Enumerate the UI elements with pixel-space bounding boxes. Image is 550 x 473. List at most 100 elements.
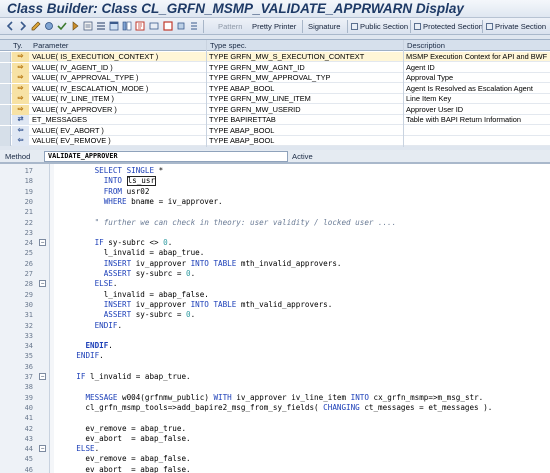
code-line[interactable]: 27 ASSERT sy-subrc = 0.: [0, 269, 550, 279]
code-line[interactable]: 39 MESSAGE w004(grfnmw_public) WITH iv_a…: [0, 393, 550, 403]
collapse-icon[interactable]: −: [39, 373, 46, 380]
parameter-row[interactable]: ⇨ VALUE( IV_AGENT_ID ) TYPE GRFN_MW_AGNT_I…: [0, 62, 550, 73]
code-line[interactable]: 21: [0, 207, 550, 217]
activate-icon[interactable]: [70, 21, 80, 31]
parameter-row[interactable]: ⇦ VALUE( EV_ABORT ) TYPE ABAP_BOOL: [0, 125, 550, 136]
code-line[interactable]: 17 SELECT SINGLE *: [0, 166, 550, 176]
line-number: 39: [24, 393, 33, 402]
code-line[interactable]: 29 l_invalid = abap_false.: [0, 290, 550, 300]
line-number: 18: [24, 177, 33, 186]
menu-icon[interactable]: [189, 21, 199, 31]
code-line[interactable]: 42 ev_remove = abap_true.: [0, 424, 550, 434]
code-line[interactable]: 28− ELSE.: [0, 279, 550, 289]
parameter-name: VALUE( IV_LINE_ITEM ): [32, 94, 115, 103]
collapse-icon[interactable]: −: [39, 239, 46, 247]
code-line[interactable]: 22 " further we can check in theory: use…: [0, 218, 550, 228]
code-line[interactable]: 19 FROM usr02: [0, 187, 550, 197]
line-number: 28: [24, 280, 33, 289]
parameter-row[interactable]: ⇨ VALUE( IV_APPROVAL_TYPE ) TYPE GRFN_MW_A…: [0, 73, 550, 83]
navigation-window-icon[interactable]: [109, 21, 119, 31]
row-selector[interactable]: [0, 52, 11, 62]
code-line[interactable]: 35 ENDIF.: [0, 351, 550, 361]
parameter-row[interactable]: ⇨ VALUE( IV_LINE_ITEM ) TYPE GRFN_MW_LINE_…: [0, 94, 550, 104]
code-line[interactable]: 31 ASSERT sy-subrc = 0.: [0, 310, 550, 320]
protected-section-icon: [414, 23, 421, 30]
code-line[interactable]: 43 ev_abort = abap_false.: [0, 434, 550, 444]
private-section-label: Private Section: [495, 22, 547, 31]
code-line[interactable]: 37− IF l_invalid = abap_true.: [0, 372, 550, 382]
header-type[interactable]: Ty.: [13, 41, 23, 50]
code-line[interactable]: 44− ELSE.: [0, 444, 550, 454]
where-used-icon[interactable]: [83, 21, 93, 31]
collapse-icon[interactable]: −: [39, 445, 46, 453]
code-line[interactable]: 41: [0, 413, 550, 423]
code-line[interactable]: 40 cl_grfn_msmp_tools=>add_bapire2_msg_f…: [0, 403, 550, 413]
toggle-display-change-icon[interactable]: [31, 21, 41, 31]
code-line[interactable]: 26 INSERT iv_approver INTO TABLE mth_inv…: [0, 259, 550, 269]
parameter-typespec: TYPE GRFN_MW_USERID: [209, 104, 301, 114]
parameter-typespec: TYPE ABAP_BOOL: [209, 83, 275, 93]
parameter-row[interactable]: ⇨ VALUE( IV_APPROVER ) TYPE GRFN_MW_USERID…: [0, 104, 550, 115]
collapse-icon[interactable]: −: [39, 280, 46, 288]
parameter-row[interactable]: ⇨ VALUE( IS_EXECUTION_CONTEXT ) TYPE GRFN_…: [0, 52, 550, 62]
row-selector[interactable]: [0, 115, 11, 125]
parameter-typespec: TYPE GRFN_MW_APPROVAL_TYP: [209, 73, 331, 82]
public-section-button[interactable]: Public Section: [351, 20, 408, 33]
header-parameter[interactable]: Parameter: [33, 41, 68, 50]
code-text: cl_grfn_msmp_tools=>add_bapire2_msg_from…: [58, 402, 493, 412]
back-icon[interactable]: [5, 21, 15, 31]
protected-section-button[interactable]: Protected Section: [414, 20, 483, 33]
code-line[interactable]: 30 INSERT iv_approver INTO TABLE mth_val…: [0, 300, 550, 310]
parameter-description: Approver User ID: [406, 104, 464, 114]
pretty-printer-button[interactable]: Pretty Printer: [252, 20, 296, 33]
code-line[interactable]: 18 INTO ls_usr: [0, 176, 550, 187]
parameter-row[interactable]: ⇦ VALUE( EV_REMOVE ) TYPE ABAP_BOOL: [0, 136, 550, 146]
signature-button[interactable]: Signature: [308, 20, 341, 33]
help-icon[interactable]: [163, 21, 173, 31]
method-name-field[interactable]: VALIDATE_APPROVER: [44, 151, 288, 162]
code-line[interactable]: 25 l_invalid = abap_true.: [0, 248, 550, 258]
row-selector[interactable]: [0, 104, 11, 115]
code-text: FROM usr02: [103, 186, 150, 196]
parameter-row[interactable]: ⇄ ET_MESSAGES TYPE BAPIRETTAB Table with BA…: [0, 115, 550, 125]
row-selector[interactable]: [0, 125, 11, 136]
enhance-icon[interactable]: [135, 21, 145, 31]
row-selector[interactable]: [0, 73, 11, 83]
check-icon[interactable]: [57, 21, 67, 31]
code-line[interactable]: 24− IF sy-subrc <> 0.: [0, 238, 550, 248]
code-line[interactable]: 36: [0, 362, 550, 372]
code-line[interactable]: 38: [0, 382, 550, 392]
parameter-typespec: TYPE GRFN_MW_AGNT_ID: [209, 62, 305, 72]
row-selector[interactable]: [0, 136, 11, 146]
row-selector[interactable]: [0, 83, 11, 94]
code-line[interactable]: 46 ev_abort = abap_false.: [0, 465, 550, 473]
row-selector[interactable]: [0, 94, 11, 104]
forward-icon[interactable]: [18, 21, 28, 31]
private-section-button[interactable]: Private Section: [486, 20, 546, 33]
line-number: 17: [24, 167, 33, 175]
display-object-list-icon[interactable]: [122, 21, 132, 31]
parameter-name: VALUE( EV_REMOVE ): [32, 136, 111, 145]
parameter-row[interactable]: ⇨ VALUE( IV_ESCALATION_MODE ) TYPE ABAP_BO…: [0, 83, 550, 94]
line-number: 44: [24, 445, 33, 454]
settings-icon[interactable]: [176, 21, 186, 31]
code-editor[interactable]: 17 SELECT SINGLE * 18 INTO ls_usr 19 FROM …: [0, 163, 550, 473]
code-line[interactable]: 45 ev_remove = abap_false.: [0, 454, 550, 464]
parameter-description: Approval Type: [406, 73, 454, 82]
object-list-icon[interactable]: [96, 21, 106, 31]
code-line[interactable]: 23: [0, 228, 550, 238]
display-icon[interactable]: [149, 21, 159, 31]
code-line[interactable]: 34 ENDIF.: [0, 341, 550, 351]
parameter-name: VALUE( IV_ESCALATION_MODE ): [32, 83, 149, 93]
code-line[interactable]: 33: [0, 331, 550, 341]
code-line[interactable]: 20 WHERE bname = iv_approver.: [0, 197, 550, 207]
code-text: IF sy-subrc <> 0.: [94, 238, 173, 248]
header-description[interactable]: Description: [407, 41, 445, 50]
row-selector[interactable]: [0, 62, 11, 73]
code-line[interactable]: 32 ENDIF.: [0, 321, 550, 331]
other-object-icon[interactable]: [44, 21, 54, 31]
method-status: Active: [292, 152, 313, 161]
header-typespec[interactable]: Type spec.: [210, 41, 247, 50]
line-number: 35: [24, 352, 33, 361]
pattern-button[interactable]: Pattern: [218, 20, 242, 33]
